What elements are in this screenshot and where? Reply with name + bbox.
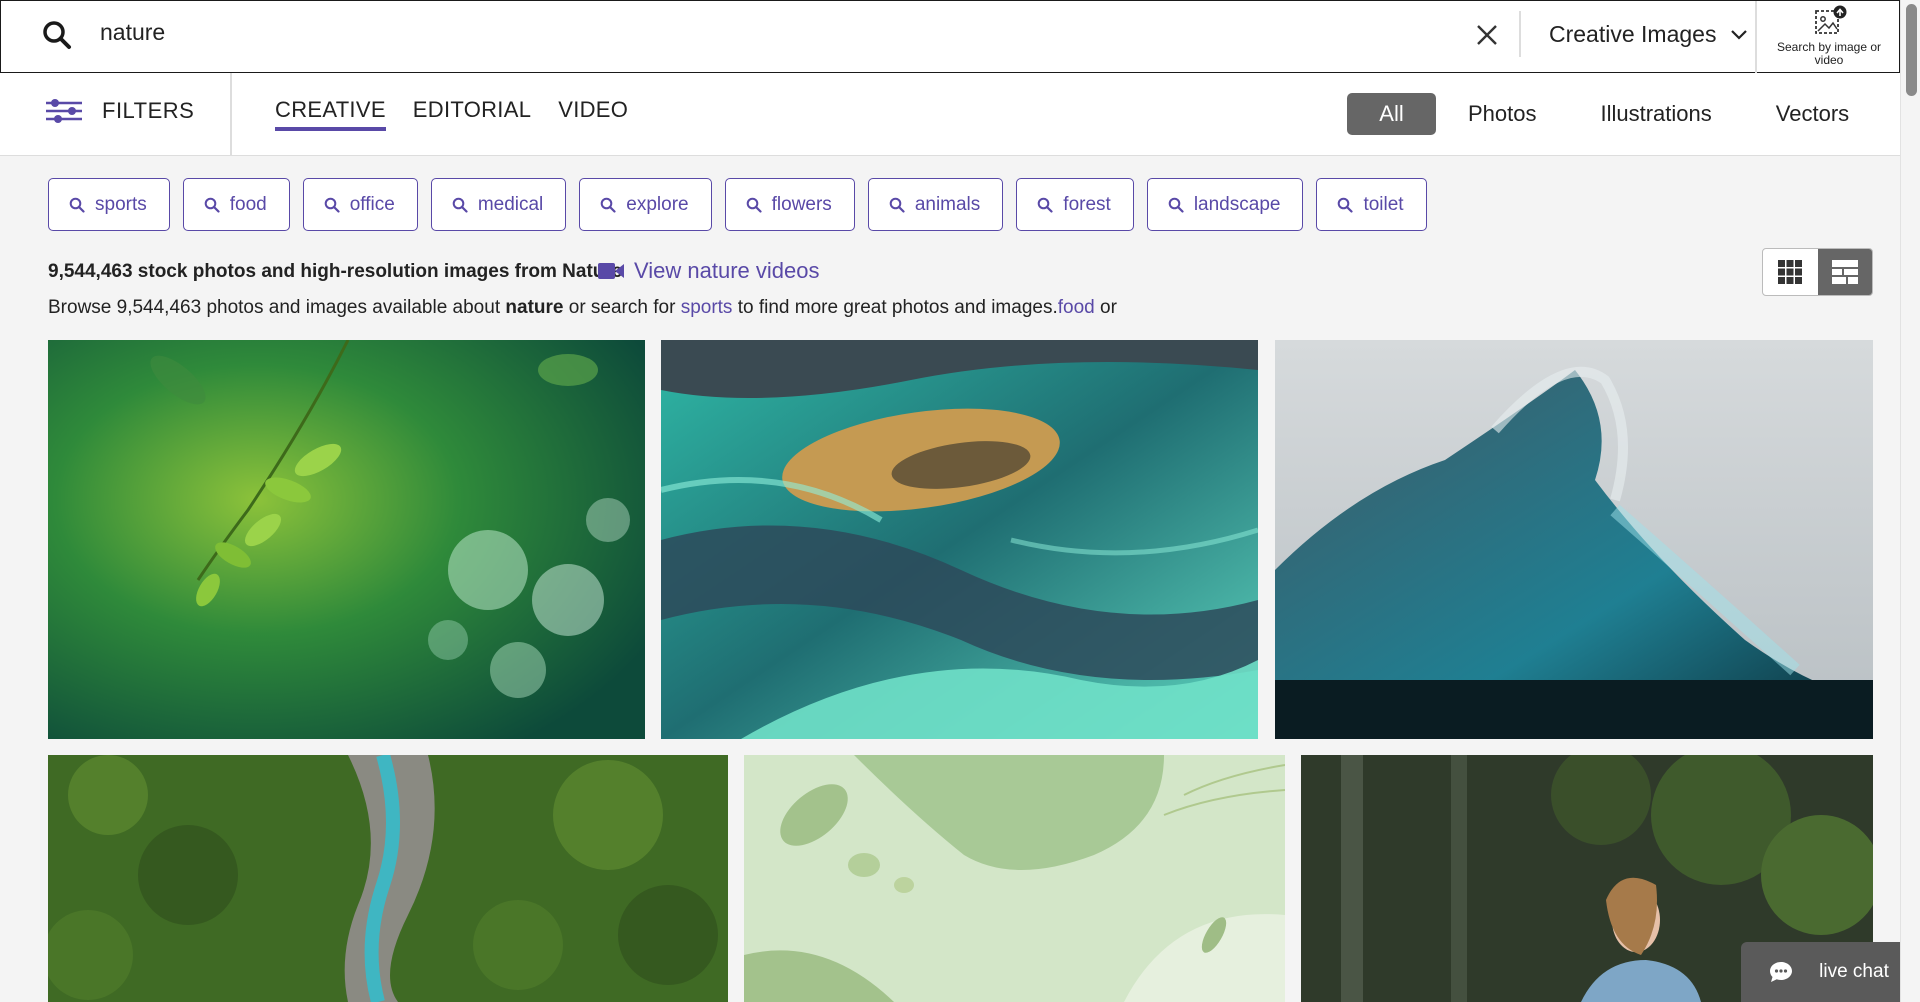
filter-navigation: FILTERS CREATIVE EDITORIAL VIDEO All Pho…: [0, 73, 1900, 156]
related-search-label: medical: [477, 193, 544, 215]
divider: [1519, 11, 1521, 57]
view-videos-label: View nature videos: [634, 258, 820, 283]
related-search-label: sports: [95, 193, 147, 215]
divider: [1755, 1, 1757, 73]
asset-type-dropdown[interactable]: Creative Images: [1549, 21, 1748, 48]
related-search-chip[interactable]: flowers: [724, 178, 855, 231]
tab-illustrations[interactable]: Illustrations: [1601, 101, 1712, 127]
related-search-label: toilet: [1363, 193, 1404, 215]
browse-link-sports[interactable]: sports: [681, 297, 733, 318]
related-search-chip[interactable]: toilet: [1316, 178, 1427, 231]
divider: [230, 73, 232, 156]
sliders-icon: [46, 99, 82, 123]
image-type-tabs: All Photos Illustrations Vectors: [1347, 93, 1849, 135]
image-result[interactable]: [1275, 340, 1873, 739]
related-search-label: explore: [626, 193, 689, 215]
tab-vectors[interactable]: Vectors: [1776, 101, 1849, 127]
scrollbar[interactable]: [1900, 0, 1920, 1002]
browse-description: Browse 9,544,463 photos and images avail…: [48, 297, 1117, 319]
video-camera-icon: [598, 263, 624, 279]
browse-link-food[interactable]: food: [1058, 297, 1095, 318]
related-search-chip[interactable]: medical: [430, 178, 567, 231]
related-search-chip[interactable]: animals: [867, 178, 1004, 231]
image-ocean-wave: [1275, 340, 1873, 739]
image-result[interactable]: [661, 340, 1258, 739]
related-searches: sports food office medical explore flowers ani…: [48, 178, 1427, 231]
view-videos-link[interactable]: View nature videos: [598, 258, 820, 284]
search-icon[interactable]: [41, 19, 73, 51]
mosaic-icon: [1831, 260, 1858, 284]
related-search-chip[interactable]: office: [302, 178, 418, 231]
chevron-down-icon: [1731, 29, 1748, 40]
related-search-label: forest: [1063, 193, 1111, 215]
related-search-label: flowers: [771, 193, 832, 215]
filters-label: FILTERS: [102, 98, 195, 123]
search-icon: [452, 197, 468, 213]
close-icon[interactable]: [1473, 21, 1501, 49]
image-botanical-illustration: [744, 755, 1285, 1002]
related-search-label: animals: [914, 193, 981, 215]
live-chat-label: live chat: [1819, 961, 1889, 982]
search-icon: [1037, 197, 1053, 213]
image-result[interactable]: [744, 755, 1285, 1002]
browse-text: to find more great photos and images.: [737, 297, 1058, 318]
asset-type-label: Creative Images: [1549, 21, 1717, 47]
search-icon: [889, 197, 905, 213]
search-by-image-button[interactable]: Search by image or video: [1769, 3, 1889, 71]
tab-editorial[interactable]: EDITORIAL: [413, 97, 531, 131]
live-chat-button[interactable]: live chat: [1741, 942, 1917, 1002]
image-upload-icon: [1815, 5, 1847, 34]
related-search-chip[interactable]: landscape: [1146, 178, 1304, 231]
search-icon: [746, 197, 762, 213]
view-toggle: [1762, 248, 1873, 296]
browse-text: Browse 9,544,463 photos and images avail…: [48, 297, 501, 318]
related-search-chip[interactable]: explore: [579, 178, 712, 231]
browse-text: or search for: [568, 297, 676, 318]
image-forest-river: [48, 755, 728, 1002]
result-count-heading: 9,544,463 stock photos and high-resoluti…: [48, 261, 623, 282]
related-search-chip[interactable]: food: [182, 178, 290, 231]
search-icon: [69, 197, 85, 213]
filters-button[interactable]: FILTERS: [46, 97, 194, 125]
search-input[interactable]: nature: [100, 19, 165, 46]
grid-view-button[interactable]: [1763, 249, 1818, 295]
search-icon: [204, 197, 220, 213]
tab-creative[interactable]: CREATIVE: [275, 97, 386, 131]
tab-video[interactable]: VIDEO: [558, 97, 628, 131]
scrollbar-thumb[interactable]: [1906, 4, 1917, 96]
tab-all[interactable]: All: [1347, 93, 1436, 135]
chat-bubble-icon: [1770, 962, 1793, 982]
related-search-label: landscape: [1193, 193, 1281, 215]
browse-text: or: [1100, 297, 1117, 318]
mosaic-view-button[interactable]: [1817, 249, 1872, 295]
related-search-chip[interactable]: sports: [48, 178, 170, 231]
search-icon: [324, 197, 340, 213]
image-result[interactable]: [48, 755, 728, 1002]
search-icon: [1168, 197, 1184, 213]
browse-term: nature: [505, 297, 564, 318]
image-result[interactable]: [48, 340, 645, 739]
related-search-label: food: [229, 193, 267, 215]
tab-photos[interactable]: Photos: [1468, 101, 1537, 127]
search-icon: [600, 197, 616, 213]
search-by-image-label: Search by image or video: [1776, 40, 1882, 67]
image-glacial-river: [661, 340, 1258, 739]
grid-icon: [1778, 260, 1803, 284]
image-green-leaves: [48, 340, 645, 739]
search-icon: [1338, 197, 1354, 213]
search-bar: nature Creative Images Search by image o…: [0, 0, 1900, 73]
related-search-chip[interactable]: forest: [1016, 178, 1134, 231]
related-search-label: office: [349, 193, 395, 215]
media-tabs: CREATIVE EDITORIAL VIDEO: [275, 97, 628, 131]
